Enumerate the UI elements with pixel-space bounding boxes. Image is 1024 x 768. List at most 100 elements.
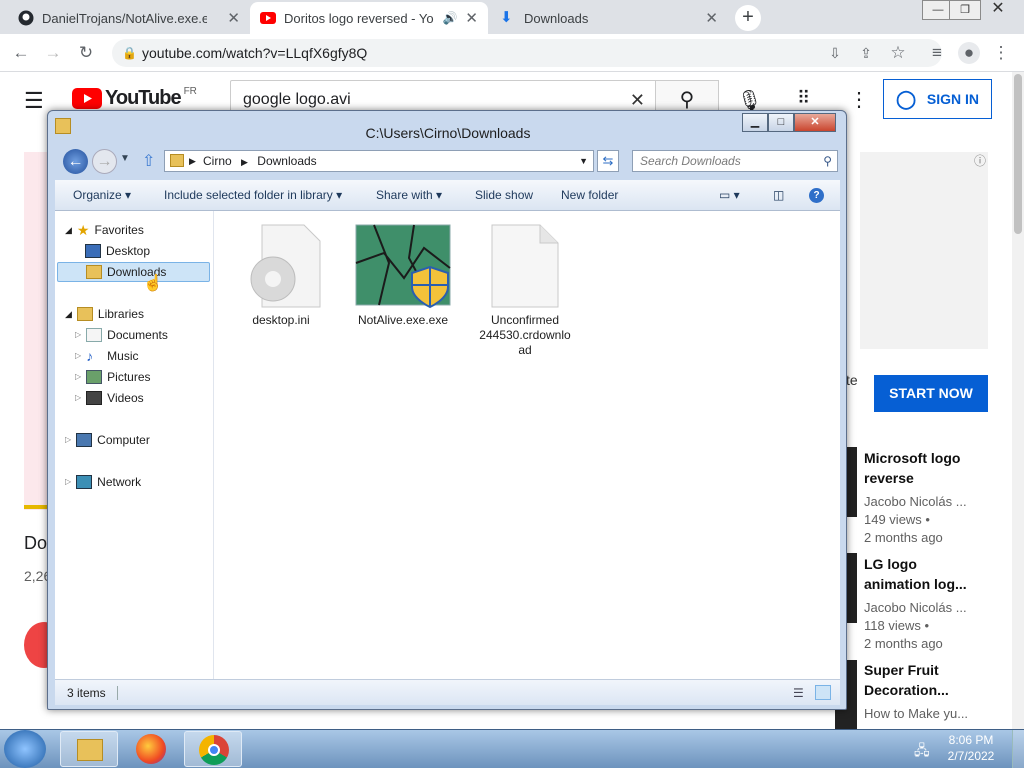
back-icon[interactable]: ← [63,149,88,174]
explorer-taskbar-button[interactable] [60,731,118,767]
search-placeholder: Search Downloads [640,154,741,168]
nav-documents[interactable]: ▷ Documents [55,325,210,345]
rec-channel: How to Make yu... [864,706,969,721]
organize-menu[interactable]: Organize ▾ [73,188,131,202]
music-icon: ♪ [86,348,94,364]
search-icon[interactable]: ⚲ [823,151,832,171]
tab-github[interactable]: DanielTrojans/NotAlive.exe.exe a ✕ [8,2,250,34]
file-item[interactable]: NotAlive.exe.exe [348,223,458,328]
star-icon: ★ [76,222,90,238]
back-icon[interactable]: ← [10,42,32,64]
clock[interactable]: 8:06 PM 2/7/2022 [936,732,1006,764]
breadcrumb-item[interactable]: Downloads [257,154,316,168]
media-control-icon[interactable]: ≡ [926,42,948,64]
share-with-menu[interactable]: Share with ▾ [376,188,442,202]
recent-pages-icon[interactable]: ▼ [120,153,130,164]
sign-in-button[interactable]: ◯ SIGN IN [883,79,992,119]
recommendation-item[interactable]: LG logo animation log... Jacobo Nicolás … [864,554,967,653]
file-name: Unconfirmed [490,313,560,327]
new-folder-button[interactable]: New folder [561,188,618,202]
recommendation-item[interactable]: Super Fruit Decoration... How to Make yu… [864,660,968,723]
file-item[interactable]: Unconfirmed 244530.crdownlo ad [470,223,580,358]
show-desktop-button[interactable] [1012,730,1024,768]
youtube-play-icon [72,88,102,109]
maximize-button[interactable]: □ [768,113,794,132]
firefox-icon [136,734,166,764]
tab-youtube[interactable]: Doritos logo reversed - YouT 🔊 ✕ [250,2,488,34]
scrollbar-thumb[interactable] [1014,74,1022,234]
nav-pictures[interactable]: ▷ Pictures [55,367,210,387]
downloads-folder-icon [86,265,102,279]
collapsed-arrow-icon: ▷ [75,372,82,381]
up-arrow-icon[interactable]: ⇧ [142,151,155,171]
collapsed-arrow-icon: ▷ [75,351,82,360]
chevron-right-icon[interactable]: ▶ [241,157,248,167]
status-bar: 3 items ☰ [55,679,840,705]
file-name: 244530.crdownlo [479,328,571,342]
nav-network[interactable]: ▷ Network [55,472,210,492]
share-icon[interactable]: ⇪ [855,42,877,64]
nav-music[interactable]: ▷ ♪ Music [55,346,210,366]
speaker-icon[interactable]: 🔊 [442,11,457,25]
new-tab-button[interactable]: + [735,5,761,31]
recommendation-item[interactable]: Microsoft logo reverse Jacobo Nicolás ..… [864,448,967,547]
chevron-down-icon[interactable]: ▼ [579,151,588,171]
firefox-taskbar-button[interactable] [124,731,178,767]
search-input[interactable]: Search Downloads ⚲ [632,150,838,172]
address-bar[interactable]: 🔒 youtube.com/watch?v=LLqfX6gfy8Q [112,39,942,67]
info-icon[interactable]: ⓘ [974,152,986,169]
file-item[interactable]: desktop.ini [226,223,336,328]
nav-libraries[interactable]: ◢ Libraries [55,304,210,324]
close-tab-icon[interactable]: ✕ [227,9,240,27]
hamburger-menu-icon[interactable]: ☰ [24,88,44,114]
rec-title: Microsoft logo [864,450,961,466]
slide-show-button[interactable]: Slide show [475,188,533,202]
nav-downloads[interactable]: Downloads [57,262,210,282]
rec-age: 2 months ago [864,530,943,545]
forward-icon[interactable]: → [92,149,117,174]
nav-favorites[interactable]: ◢ ★ Favorites [55,220,210,240]
settings-menu-icon[interactable]: ⋮ [849,87,869,112]
include-library-menu[interactable]: Include selected folder in library ▾ [164,188,342,202]
search-query: google logo.avi [243,91,351,108]
account-icon: ◯ [896,89,917,109]
reload-icon[interactable]: ↻ [75,42,97,64]
large-icons-view-icon[interactable] [815,685,831,700]
nav-desktop[interactable]: Desktop [55,241,210,261]
youtube-logo[interactable]: YouTube FR [72,86,197,110]
rec-title: animation log... [864,576,967,592]
apps-grid-icon[interactable]: ⠿ [797,88,810,109]
start-now-button[interactable]: START NOW [874,375,988,412]
folder-icon [77,739,103,761]
rec-age: 2 months ago [864,636,943,651]
chrome-menu-icon[interactable]: ⋮ [990,42,1012,64]
install-icon[interactable]: ⇩ [824,42,846,64]
window-title: C:\Users\Cirno\Downloads [365,125,531,141]
ad-panel [860,152,988,349]
close-window-button[interactable]: ✕ [980,0,1016,20]
address-bar[interactable]: ▶ Cirno ▶ Downloads ▼ [164,150,594,172]
change-view-icon[interactable]: ▭ ▾ [719,188,740,202]
nav-computer[interactable]: ▷ Computer [55,430,210,450]
preview-pane-icon[interactable]: ◫ [773,188,784,202]
tab-downloads[interactable]: ⬇ Downloads ✕ [490,2,728,34]
chrome-taskbar-button[interactable] [184,731,242,767]
profile-icon[interactable]: ● [958,42,980,64]
minimize-button[interactable]: ▁ [742,113,768,132]
help-icon[interactable]: ? [809,188,824,203]
network-tray-icon[interactable]: 🖧 [914,740,930,764]
close-tab-icon[interactable]: ✕ [465,9,478,27]
start-button[interactable] [4,730,46,768]
blank-file-icon [491,224,559,308]
videos-icon [86,391,103,405]
close-tab-icon[interactable]: ✕ [705,9,718,27]
forward-icon[interactable]: → [42,42,64,64]
close-button[interactable]: ✕ [794,113,836,132]
bookmark-star-icon[interactable]: ☆ [887,42,909,64]
refresh-icon[interactable]: ⇆ [597,150,619,172]
breadcrumb-item[interactable]: Cirno [203,154,232,168]
restore-button[interactable]: ❐ [949,0,981,20]
chevron-right-icon[interactable]: ▶ [189,151,196,171]
nav-videos[interactable]: ▷ Videos [55,388,210,408]
details-view-icon[interactable]: ☰ [793,680,804,706]
